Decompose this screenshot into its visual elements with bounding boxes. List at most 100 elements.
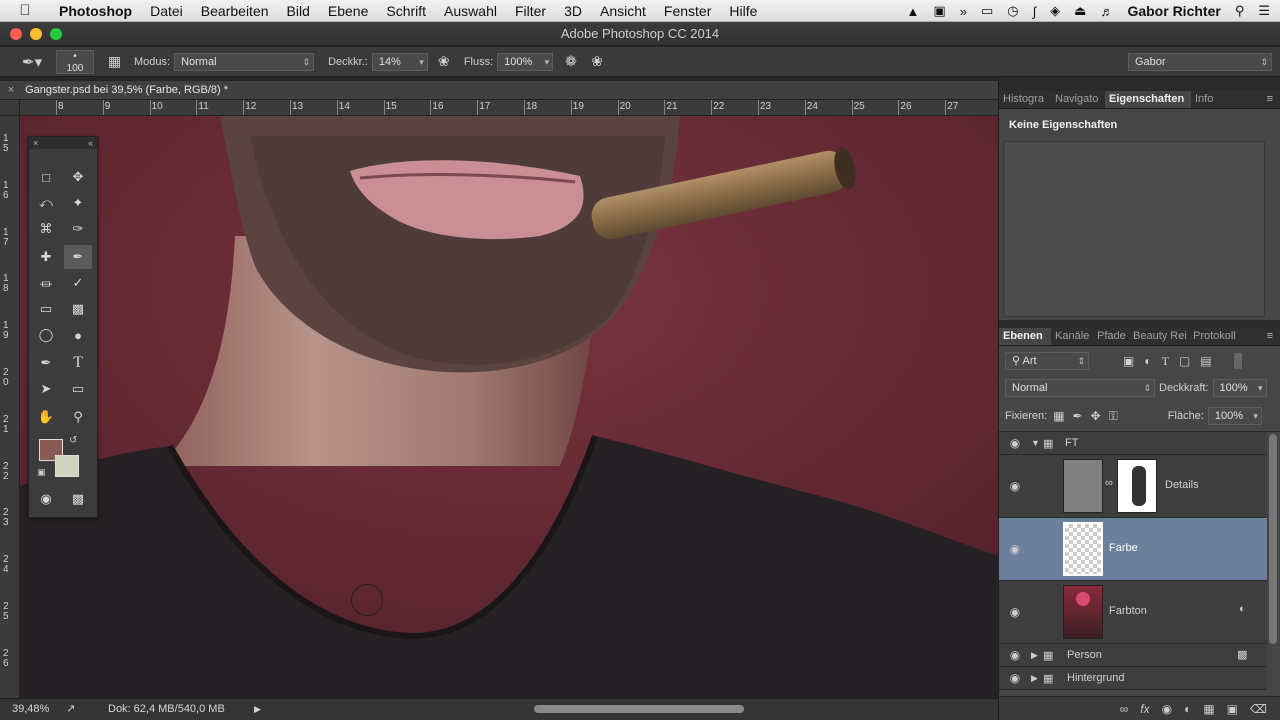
gradient-tool[interactable]: ▩ (64, 297, 92, 321)
filter-pixel-icon[interactable]: ▣ (1123, 354, 1134, 368)
filter-toggle[interactable] (1233, 353, 1242, 369)
screen-mode-button[interactable]: ▩ (64, 487, 92, 511)
notification-center-icon[interactable]: ☰ (1258, 3, 1270, 19)
layer-row-hintergrund[interactable]: ◉ ▶ ▦ Hintergrund (999, 667, 1267, 690)
eye-icon[interactable]: ◉ (999, 436, 1031, 450)
eye-icon[interactable]: ◉ (999, 542, 1031, 556)
eye-icon[interactable]: ◉ (999, 671, 1031, 685)
link-icon[interactable]: ∞ (1105, 477, 1113, 489)
filter-adjustment-icon[interactable]: ◐ (1144, 354, 1151, 368)
brush-tool[interactable]: ✒ (64, 245, 92, 269)
layer-row-person[interactable]: ◉ ▶ ▦ Person ▩ (999, 644, 1267, 667)
menu-schrift[interactable]: Schrift (377, 3, 435, 19)
fx-icon[interactable]: fx (1140, 702, 1149, 716)
adjustment-layer-icon[interactable]: ◐ (1184, 702, 1191, 716)
type-tool[interactable]: T (64, 351, 92, 375)
background-color-swatch[interactable] (55, 455, 79, 477)
chevron-down-icon[interactable]: ▾ (1258, 380, 1263, 396)
menu-fenster[interactable]: Fenster (655, 3, 720, 19)
menu-datei[interactable]: Datei (141, 3, 192, 19)
close-document-icon[interactable]: × (0, 81, 22, 100)
chevron-down-icon[interactable]: ▾ (419, 54, 424, 70)
document-tab[interactable]: × Gangster.psd bei 39,5% (Farbe, RGB/8) … (0, 81, 998, 100)
eyedropper-tool[interactable]: ✑ (64, 217, 92, 241)
chevron-right-icon[interactable]: ▶ (1031, 673, 1043, 684)
quick-selection-tool[interactable]: ✦ (64, 191, 92, 215)
wifi-icon[interactable]: ◈ (1050, 3, 1060, 19)
arrows-icon[interactable]: » (960, 4, 967, 19)
move-tool[interactable]: ✥ (64, 165, 92, 189)
minimize-window-button[interactable] (30, 28, 42, 40)
layer-opacity-field[interactable]: 100% ▾ (1212, 379, 1267, 397)
layers-scrollbar[interactable] (1269, 434, 1277, 644)
panel-menu-icon[interactable]: ≡ (1263, 328, 1277, 345)
menu-bearbeiten[interactable]: Bearbeiten (192, 3, 278, 19)
blend-mode-select[interactable]: Normal ⇕ (1005, 379, 1155, 397)
panel-dock-header[interactable] (999, 77, 1280, 91)
volume-icon[interactable]: ♬ (1100, 4, 1113, 19)
trash-icon[interactable]: ⌫ (1250, 702, 1267, 716)
workspace-select[interactable]: Gabor ⇕ (1128, 53, 1272, 71)
layer-row-farbton[interactable]: ◉ Farbton ◐ (999, 581, 1267, 644)
collapse-icon[interactable]: « (88, 137, 93, 149)
filter-smart-object-icon[interactable]: ▤ (1200, 354, 1211, 368)
share-icon[interactable]: ↗ (66, 699, 75, 719)
menu-filter[interactable]: Filter (506, 3, 555, 19)
tab-kanaele[interactable]: Kanäle (1051, 328, 1093, 345)
layer-filter-select[interactable]: ⚲ Art ⇕ (1005, 352, 1089, 370)
lock-pixels-icon[interactable]: ✒ (1073, 409, 1083, 423)
tools-panel-header[interactable]: × « (29, 137, 97, 149)
panel-divider[interactable] (999, 320, 1280, 328)
fill-field[interactable]: 100% ▾ (1207, 407, 1262, 425)
filter-shape-icon[interactable]: ▢ (1179, 354, 1190, 368)
flow-field[interactable]: 100% ▾ (497, 52, 554, 71)
play-icon[interactable]: ▶ (254, 699, 261, 719)
brush-tool-preset-icon[interactable]: ✒▾ (22, 53, 56, 71)
lock-all-icon[interactable]: ⚿ (1109, 409, 1118, 424)
pen-tool[interactable]: ✒ (32, 351, 60, 375)
bluetooth-icon[interactable]: ∫ (1033, 4, 1037, 19)
brush-size-picker[interactable]: • 100 (56, 49, 94, 74)
document-canvas[interactable] (20, 116, 998, 698)
layer-effects-icon[interactable]: ▩ (1237, 648, 1247, 661)
lock-transparent-icon[interactable]: ▦ (1053, 409, 1064, 423)
pressure-opacity-icon[interactable]: ❀ (438, 53, 460, 70)
eye-icon[interactable]: ◉ (999, 648, 1031, 662)
user-name[interactable]: Gabor Richter (1127, 3, 1220, 19)
close-icon[interactable]: × (33, 138, 38, 148)
tab-navigator[interactable]: Navigato (1051, 91, 1105, 108)
tab-histogramm[interactable]: Histogra (999, 91, 1051, 108)
tab-protokoll[interactable]: Protokoll (1189, 328, 1247, 345)
menu-3d[interactable]: 3D (555, 3, 591, 19)
new-group-icon[interactable]: ▦ (1203, 702, 1214, 716)
zoom-level[interactable]: 39,48% (12, 699, 49, 719)
airbrush-icon[interactable]: ❁ (565, 53, 591, 70)
airplay-icon[interactable]: ▭ (981, 3, 993, 19)
tab-info[interactable]: Info (1191, 91, 1231, 108)
tab-pfade[interactable]: Pfade (1093, 328, 1129, 345)
quick-mask-button[interactable]: ◉ (32, 487, 60, 511)
default-colors-icon[interactable]: ▣ (37, 467, 46, 478)
history-brush-tool[interactable]: ✓ (64, 271, 92, 295)
eject-icon[interactable]: ⏏ (1074, 3, 1086, 19)
blur-tool[interactable]: ◯ (32, 323, 60, 347)
spotlight-icon[interactable]: ⚲ (1235, 3, 1245, 19)
menu-app[interactable]: Photoshop (50, 3, 141, 19)
tab-ebenen[interactable]: Ebenen (999, 328, 1051, 345)
pressure-size-icon[interactable]: ❀ (591, 53, 617, 70)
apple-icon[interactable]:  (0, 2, 50, 19)
horizontal-ruler[interactable]: 8 9 10 11 12 13 14 15 16 17 18 19 20 21 22 23 24 25 26 27 (20, 100, 998, 116)
rectangle-tool[interactable]: ▭ (64, 377, 92, 401)
menu-bild[interactable]: Bild (278, 3, 319, 19)
chevron-down-icon[interactable]: ▾ (1253, 408, 1258, 424)
crop-tool[interactable]: ⌘ (32, 217, 60, 241)
vertical-ruler[interactable]: 1 5 1 6 1 7 1 8 1 9 2 0 2 1 2 2 2 3 2 4 2 5 2 6 (0, 116, 20, 698)
close-window-button[interactable] (10, 28, 22, 40)
layer-mask-thumbnail[interactable] (1117, 459, 1157, 513)
opacity-field[interactable]: 14% ▾ (371, 52, 428, 71)
layer-row-farbe[interactable]: ◉ Farbe (999, 518, 1267, 581)
lasso-tool[interactable]: ⤺ (32, 191, 60, 215)
new-layer-icon[interactable]: ▣ (1227, 702, 1238, 716)
mode-select[interactable]: Normal ⇕ (174, 52, 315, 71)
smart-filter-icon[interactable]: ◐ (1239, 603, 1246, 615)
